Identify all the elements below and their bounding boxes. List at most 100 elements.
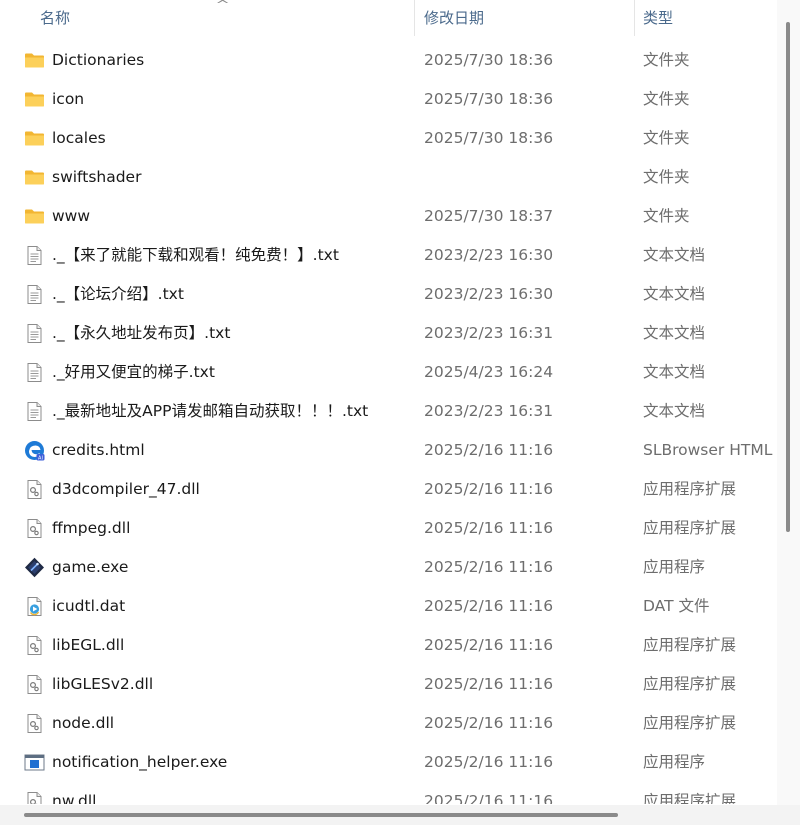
file-modified-date: 2025/2/16 11:16 xyxy=(424,636,554,654)
text-file-icon xyxy=(24,245,45,266)
file-name[interactable]: icon xyxy=(52,80,84,119)
file-name[interactable]: ffmpeg.dll xyxy=(52,509,130,548)
file-name[interactable]: icudtl.dat xyxy=(52,587,125,626)
file-type: 应用程序扩展 xyxy=(643,792,737,804)
file-modified-date: 2025/2/16 11:16 xyxy=(424,519,554,537)
file-name[interactable]: locales xyxy=(52,119,106,158)
svg-text:AI: AI xyxy=(38,455,43,461)
file-row[interactable]: ._【永久地址发布页】.txt 2023/2/23 16:31 文本文档 xyxy=(0,314,776,353)
file-name[interactable]: swiftshader xyxy=(52,158,141,197)
file-modified-date: 2025/4/23 16:24 xyxy=(424,363,554,381)
file-modified-date: 2023/2/23 16:30 xyxy=(424,246,554,264)
file-modified-date: 2025/7/30 18:36 xyxy=(424,51,554,69)
file-type: 文件夹 xyxy=(643,90,690,108)
file-name[interactable]: libEGL.dll xyxy=(52,626,124,665)
file-name[interactable]: ._【永久地址发布页】.txt xyxy=(52,314,230,353)
file-type: 应用程序 xyxy=(643,558,706,576)
file-modified-date: 2025/2/16 11:16 xyxy=(424,558,554,576)
dll-file-icon xyxy=(24,791,45,804)
file-row[interactable]: game.exe 2025/2/16 11:16 应用程序 xyxy=(0,548,776,587)
file-modified-date: 2025/2/16 11:16 xyxy=(424,714,554,732)
file-type: 文本文档 xyxy=(643,324,706,342)
file-name[interactable]: ._好用又便宜的梯子.txt xyxy=(52,353,215,392)
file-name[interactable]: notification_helper.exe xyxy=(52,743,227,782)
file-row[interactable]: Dictionaries 2025/7/30 18:36 文件夹 xyxy=(0,41,776,80)
folder-icon xyxy=(24,167,45,188)
column-header-date[interactable]: 修改日期 xyxy=(424,0,484,36)
file-row[interactable]: libGLESv2.dll 2025/2/16 11:16 应用程序扩展 xyxy=(0,665,776,704)
file-row[interactable]: ._【论坛介绍】.txt 2023/2/23 16:30 文本文档 xyxy=(0,275,776,314)
horizontal-scrollbar[interactable] xyxy=(0,805,800,825)
file-name[interactable]: Dictionaries xyxy=(52,41,144,80)
file-modified-date: 2025/2/16 11:16 xyxy=(424,441,554,459)
file-name[interactable]: libGLESv2.dll xyxy=(52,665,153,704)
file-name[interactable]: credits.html xyxy=(52,431,145,470)
file-modified-date: 2025/7/30 18:36 xyxy=(424,129,554,147)
file-type: 应用程序扩展 xyxy=(643,714,737,732)
file-list: Dictionaries 2025/7/30 18:36 文件夹 icon 2025/7… xyxy=(0,41,776,804)
folder-icon xyxy=(24,50,45,71)
app-exe-icon xyxy=(24,752,45,773)
column-divider[interactable] xyxy=(414,0,415,36)
file-row[interactable]: AI credits.html 2025/2/16 11:16 SLBrowser H… xyxy=(0,431,776,470)
file-type: 文件夹 xyxy=(643,168,690,186)
file-name[interactable]: game.exe xyxy=(52,548,128,587)
file-modified-date: 2023/2/23 16:31 xyxy=(424,402,554,420)
folder-icon xyxy=(24,128,45,149)
file-row[interactable]: node.dll 2025/2/16 11:16 应用程序扩展 xyxy=(0,704,776,743)
file-type: 应用程序扩展 xyxy=(643,636,737,654)
dll-file-icon xyxy=(24,674,45,695)
file-type: 文件夹 xyxy=(643,129,690,147)
column-divider[interactable] xyxy=(634,0,635,36)
column-header-name[interactable]: 名称 xyxy=(40,0,70,36)
file-type: 应用程序 xyxy=(643,753,706,771)
file-modified-date: 2025/2/16 11:16 xyxy=(424,753,554,771)
file-row[interactable]: ._好用又便宜的梯子.txt 2025/4/23 16:24 文本文档 xyxy=(0,353,776,392)
file-row[interactable]: nw.dll 2025/2/16 11:16 应用程序扩展 xyxy=(0,782,776,804)
file-row[interactable]: locales 2025/7/30 18:36 文件夹 xyxy=(0,119,776,158)
sort-ascending-icon: ^ xyxy=(215,0,230,11)
file-modified-date: 2025/7/30 18:36 xyxy=(424,90,554,108)
vertical-scrollbar[interactable] xyxy=(777,0,800,805)
file-modified-date: 2025/2/16 11:16 xyxy=(424,480,554,498)
file-row[interactable]: ._【来了就能下载和观看！纯免费！】.txt 2023/2/23 16:30 文本文… xyxy=(0,236,776,275)
file-row[interactable]: libEGL.dll 2025/2/16 11:16 应用程序扩展 xyxy=(0,626,776,665)
file-name[interactable]: nw.dll xyxy=(52,782,96,804)
text-file-icon xyxy=(24,323,45,344)
file-type: 文件夹 xyxy=(643,207,690,225)
file-type: 文本文档 xyxy=(643,363,706,381)
file-row[interactable]: ffmpeg.dll 2025/2/16 11:16 应用程序扩展 xyxy=(0,509,776,548)
file-modified-date: 2025/2/16 11:16 xyxy=(424,597,554,615)
file-name[interactable]: www xyxy=(52,197,90,236)
file-type: SLBrowser HTML xyxy=(643,441,773,459)
vertical-scroll-thumb[interactable] xyxy=(786,22,790,532)
file-row[interactable]: d3dcompiler_47.dll 2025/2/16 11:16 应用程序扩展 xyxy=(0,470,776,509)
file-row[interactable]: icudtl.dat 2025/2/16 11:16 DAT 文件 xyxy=(0,587,776,626)
file-row[interactable]: ._最新地址及APP请发邮箱自动获取！！！.txt 2023/2/23 16:31… xyxy=(0,392,776,431)
file-row[interactable]: icon 2025/7/30 18:36 文件夹 xyxy=(0,80,776,119)
file-row[interactable]: www 2025/7/30 18:37 文件夹 xyxy=(0,197,776,236)
file-name[interactable]: d3dcompiler_47.dll xyxy=(52,470,200,509)
dll-file-icon xyxy=(24,479,45,500)
file-type: 应用程序扩展 xyxy=(643,519,737,537)
file-type: 应用程序扩展 xyxy=(643,480,737,498)
browser-html-icon: AI xyxy=(24,440,45,461)
file-name[interactable]: ._【论坛介绍】.txt xyxy=(52,275,184,314)
dll-file-icon xyxy=(24,713,45,734)
file-name[interactable]: ._最新地址及APP请发邮箱自动获取！！！.txt xyxy=(52,392,368,431)
column-header: ^ 名称 修改日期 类型 xyxy=(0,0,776,36)
file-modified-date: 2023/2/23 16:31 xyxy=(424,324,554,342)
dat-file-icon xyxy=(24,596,45,617)
file-type: 文本文档 xyxy=(643,246,706,264)
file-name[interactable]: node.dll xyxy=(52,704,114,743)
file-row[interactable]: notification_helper.exe 2025/2/16 11:16 应用… xyxy=(0,743,776,782)
file-type: 文件夹 xyxy=(643,51,690,69)
file-name[interactable]: ._【来了就能下载和观看！纯免费！】.txt xyxy=(52,236,339,275)
horizontal-scroll-thumb[interactable] xyxy=(24,813,618,817)
file-row[interactable]: swiftshader 文件夹 xyxy=(0,158,776,197)
file-modified-date: 2025/2/16 11:16 xyxy=(424,792,554,804)
column-header-type[interactable]: 类型 xyxy=(643,0,673,36)
file-type: DAT 文件 xyxy=(643,597,710,615)
file-type: 文本文档 xyxy=(643,402,706,420)
file-type: 文本文档 xyxy=(643,285,706,303)
